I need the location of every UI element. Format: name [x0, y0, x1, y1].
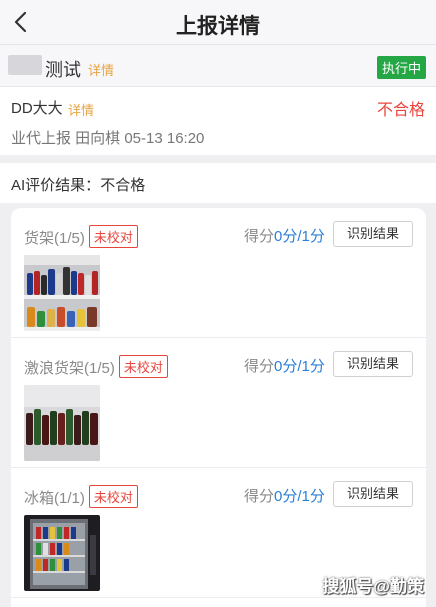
reporter-detail-link[interactable]: 详情: [68, 100, 94, 119]
score-label: 得分: [244, 488, 275, 505]
redacted-avatar: [8, 55, 42, 75]
list-item: 货架(1/5) 未校对 得分0分/1分 识别结果: [11, 208, 426, 338]
report-info: DD大大 详情 不合格 业代上报 田向棋 05-13 16:20: [0, 87, 436, 155]
unverified-tag: 未校对: [118, 355, 168, 378]
items-card: 货架(1/5) 未校对 得分0分/1分 识别结果 激浪货架(1/5) 未校对 得…: [11, 208, 426, 607]
ai-result-value: 不合格: [100, 177, 146, 194]
item-title: 激浪货架(1/5) 未校对: [24, 355, 168, 378]
item-count: (1/1): [54, 490, 85, 507]
recognition-result-button[interactable]: 识别结果: [333, 351, 413, 377]
score-label: 得分: [244, 358, 275, 375]
page-title: 上报详情: [176, 15, 260, 38]
task-name: 测试: [45, 60, 81, 80]
task-header: 测试 详情 执行中: [0, 45, 436, 87]
recognition-result-button[interactable]: 识别结果: [333, 221, 413, 247]
nav-bar: 上报详情: [0, 0, 436, 45]
item-name: 冰箱: [24, 490, 55, 507]
list-item: 激浪货架(1/5) 未校对 得分0分/1分 识别结果: [11, 338, 426, 468]
shelf-photo[interactable]: [24, 255, 100, 331]
score-value: 0分/1分: [274, 488, 325, 505]
item-name: 激浪货架: [24, 360, 85, 377]
fridge-photo[interactable]: [24, 515, 100, 591]
watermark: 搜狐号@勤策: [322, 577, 424, 596]
ai-result: AI评价结果：不合格: [0, 163, 436, 203]
status-badge: 执行中: [376, 56, 426, 79]
recognition-result-button[interactable]: 识别结果: [333, 481, 413, 507]
score-value: 0分/1分: [274, 228, 325, 245]
item-count: (1/5): [54, 230, 85, 247]
score-label: 得分: [244, 228, 275, 245]
item-count: (1/5): [84, 360, 115, 377]
report-meta: 业代上报 田向棋 05-13 16:20: [11, 130, 205, 147]
verdict-label: 不合格: [376, 102, 425, 119]
reporter-name: DD大大: [11, 100, 63, 117]
ai-result-label: AI评价结果：: [11, 177, 101, 194]
item-title: 货架(1/5) 未校对: [24, 225, 138, 248]
shelf-photo[interactable]: [24, 385, 100, 461]
task-detail-link[interactable]: 详情: [88, 60, 114, 79]
item-name: 货架: [24, 230, 55, 247]
unverified-tag: 未校对: [88, 485, 138, 508]
item-title: 冰箱(1/1) 未校对: [24, 485, 138, 508]
item-score: 得分0分/1分: [244, 485, 325, 506]
score-value: 0分/1分: [274, 358, 325, 375]
unverified-tag: 未校对: [88, 225, 138, 248]
item-score: 得分0分/1分: [244, 225, 325, 246]
item-score: 得分0分/1分: [244, 355, 325, 376]
